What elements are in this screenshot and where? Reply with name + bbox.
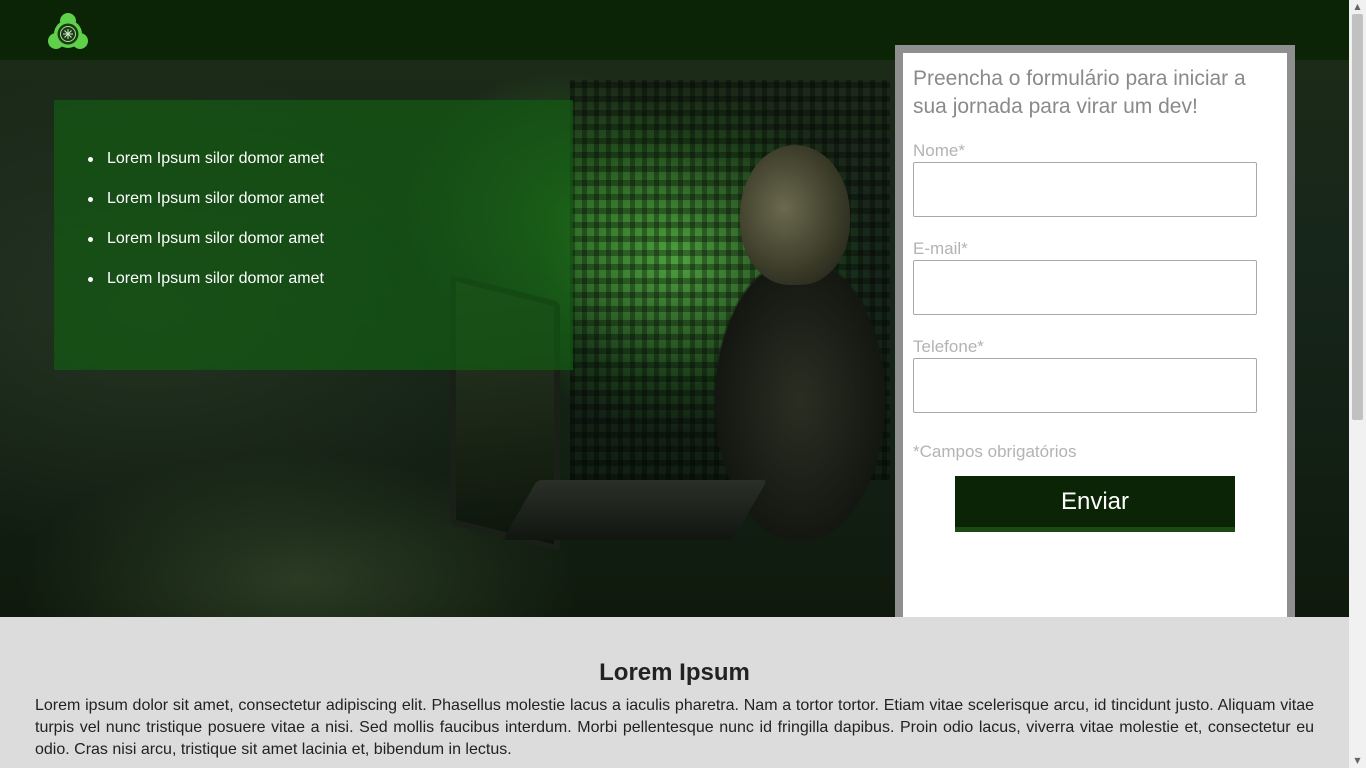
- feature-list-item: Lorem Ipsum silor domor amet: [88, 188, 324, 228]
- feature-list-panel: Lorem Ipsum silor domor amet Lorem Ipsum…: [54, 100, 573, 370]
- content-section: Lorem Ipsum Lorem ipsum dolor sit amet, …: [0, 617, 1349, 768]
- content-title: Lorem Ipsum: [599, 659, 750, 686]
- page-scrollbar[interactable]: ▲ ▼: [1349, 0, 1366, 768]
- phone-label: Telefone*: [913, 337, 984, 356]
- scroll-up-arrow-icon[interactable]: ▲: [1349, 0, 1366, 14]
- form-title: Preencha o formulário para iniciar a sua…: [913, 67, 1246, 118]
- feature-list-item: Lorem Ipsum silor domor amet: [88, 148, 324, 188]
- email-label: E-mail*: [913, 239, 968, 258]
- hero-laptop-keyboard: [502, 480, 768, 540]
- name-input[interactable]: [913, 162, 1257, 217]
- email-input[interactable]: [913, 260, 1257, 315]
- required-fields-note: *Campos obrigatórios: [913, 442, 1077, 461]
- scroll-down-arrow-icon[interactable]: ▼: [1349, 754, 1366, 768]
- feature-list-item: Lorem Ipsum silor domor amet: [88, 228, 324, 268]
- scrollbar-thumb[interactable]: [1352, 14, 1363, 420]
- name-label: Nome*: [913, 141, 965, 160]
- tech-logo-icon[interactable]: [46, 12, 90, 52]
- signup-form-card: Preencha o formulário para iniciar a sua…: [895, 45, 1295, 632]
- feature-list-item: Lorem Ipsum silor domor amet: [88, 268, 324, 308]
- feature-list: Lorem Ipsum silor domor amet Lorem Ipsum…: [88, 148, 324, 308]
- content-paragraph: Lorem ipsum dolor sit amet, consectetur …: [35, 697, 1314, 758]
- phone-input[interactable]: [913, 358, 1257, 413]
- hero-person-head: [740, 145, 850, 285]
- submit-button[interactable]: Enviar: [955, 476, 1235, 532]
